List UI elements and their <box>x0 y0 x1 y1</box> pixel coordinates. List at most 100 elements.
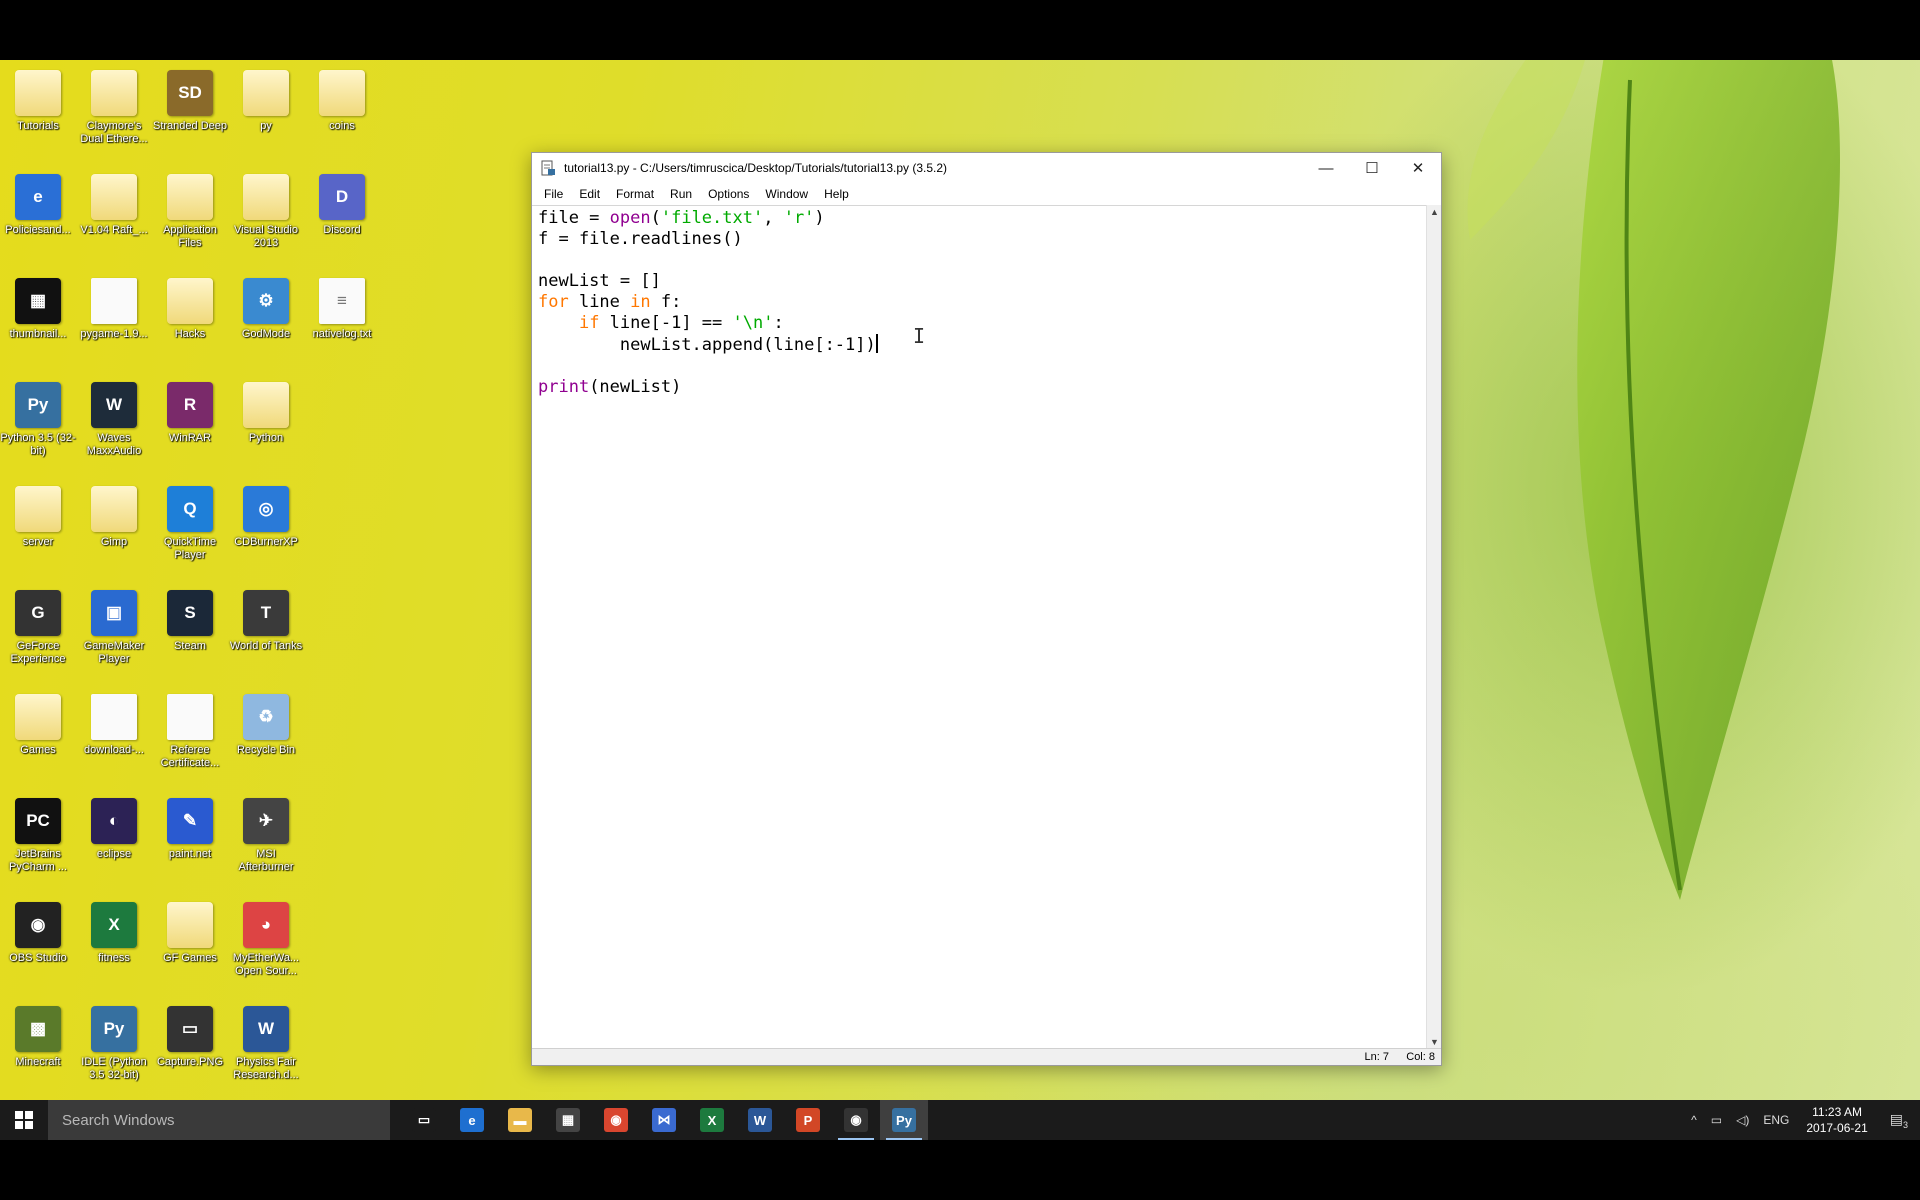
idle-taskbar-button[interactable]: Py <box>880 1100 928 1140</box>
idle-editor-window[interactable]: tutorial13.py - C:/Users/timruscica/Desk… <box>531 152 1442 1066</box>
desktop-icon-image: T <box>243 590 289 636</box>
excel-taskbar-button[interactable]: X <box>688 1100 736 1140</box>
desktop-icon-image: G <box>15 590 61 636</box>
desktop-icon[interactable]: Py Python 3.5 (32-bit) <box>0 382 76 458</box>
desktop-icon[interactable]: ◐ eclipse <box>76 798 152 861</box>
desktop-icon-label: paint.net <box>168 848 212 860</box>
desktop-icon[interactable]: ♻ Recycle Bin <box>228 694 304 757</box>
desktop-icon[interactable]: Q QuickTime Player <box>152 486 228 562</box>
menu-window[interactable]: Window <box>757 185 816 203</box>
desktop-icon[interactable]: SD Stranded Deep <box>152 70 228 133</box>
desktop-icon[interactable]: Application Files <box>152 174 228 250</box>
desktop-icon[interactable]: py <box>228 70 304 133</box>
status-bar: Ln: 7 Col: 8 <box>532 1048 1441 1065</box>
start-button[interactable] <box>0 1100 48 1140</box>
maximize-button[interactable]: ☐ <box>1349 153 1395 183</box>
desktop-icon-label: JetBrains PyCharm ... <box>8 848 68 873</box>
desktop-icon[interactable]: ⚙ GodMode <box>228 278 304 341</box>
desktop-icon[interactable]: server <box>0 486 76 549</box>
desktop-icon[interactable]: pygame-1.9... <box>76 278 152 341</box>
desktop-icon[interactable]: Tutorials <box>0 70 76 133</box>
desktop-icon[interactable]: ◉ OBS Studio <box>0 902 76 965</box>
menu-run[interactable]: Run <box>662 185 700 203</box>
network-icon[interactable]: ▭ <box>1704 1113 1729 1127</box>
desktop-icon[interactable]: ✎ paint.net <box>152 798 228 861</box>
desktop-icon-image <box>167 694 213 740</box>
desktop-icon[interactable]: R WinRAR <box>152 382 228 445</box>
desktop-icon-label: Tutorials <box>17 120 59 132</box>
desktop-icon-image: ▣ <box>91 590 137 636</box>
desktop-icon-label: Capture.PNG <box>156 1056 224 1068</box>
desktop-icon[interactable]: Visual Studio 2013 <box>228 174 304 250</box>
code-editor[interactable]: file = open('file.txt', 'r') f = file.re… <box>532 205 1427 1049</box>
desktop-icon[interactable]: ≡ nativelog.txt <box>304 278 380 341</box>
store-icon: ▦ <box>556 1108 580 1132</box>
powerpoint-taskbar-button[interactable]: P <box>784 1100 832 1140</box>
desktop-icon-label: thumbnail... <box>9 328 67 340</box>
desktop-icon[interactable]: ▣ GameMaker Player <box>76 590 152 666</box>
desktop-icon[interactable]: W Waves MaxxAudio <box>76 382 152 458</box>
edge-taskbar-button[interactable]: e <box>448 1100 496 1140</box>
menu-help[interactable]: Help <box>816 185 857 203</box>
desktop-icon[interactable]: PC JetBrains PyCharm ... <box>0 798 76 874</box>
desktop-icon[interactable]: ◕ MyEtherWa... Open Sour... <box>228 902 304 978</box>
visual-studio-taskbar-button[interactable]: ⋈ <box>640 1100 688 1140</box>
minimize-button[interactable]: — <box>1303 153 1349 183</box>
desktop-icon[interactable]: Python <box>228 382 304 445</box>
desktop-icon[interactable]: e Policiesand... <box>0 174 76 237</box>
desktop-icon[interactable]: ▩ Minecraft <box>0 1006 76 1069</box>
desktop-icon[interactable]: ▭ Capture.PNG <box>152 1006 228 1069</box>
desktop-icon[interactable]: T World of Tanks <box>228 590 304 653</box>
desktop-icon[interactable]: Referee Certificate... <box>152 694 228 770</box>
desktop-icon-label: IDLE (Python 3.5 32-bit) <box>81 1056 147 1081</box>
desktop-icon[interactable]: ◎ CDBurnerXP <box>228 486 304 549</box>
desktop-icon[interactable]: Games <box>0 694 76 757</box>
language-indicator[interactable]: ENG <box>1756 1113 1796 1127</box>
desktop-icon[interactable]: V1.04 Raft_... <box>76 174 152 237</box>
desktop-icon[interactable]: ✈ MSI Afterburner <box>228 798 304 874</box>
vertical-scrollbar[interactable]: ▲ ▼ <box>1426 205 1441 1049</box>
desktop-icon[interactable]: Xfitness <box>76 902 152 965</box>
document-icon <box>541 160 555 176</box>
word-taskbar-button[interactable]: W <box>736 1100 784 1140</box>
desktop-icon-label: Policiesand... <box>5 224 71 236</box>
desktop-icon[interactable]: D Discord <box>304 174 380 237</box>
title-bar[interactable]: tutorial13.py - C:/Users/timruscica/Desk… <box>532 153 1441 183</box>
desktop-icon-image: ▭ <box>167 1006 213 1052</box>
desktop-icon[interactable]: download-... <box>76 694 152 757</box>
chrome-taskbar-button[interactable]: ◉ <box>592 1100 640 1140</box>
menu-format[interactable]: Format <box>608 185 662 203</box>
desktop-icon-image: ◉ <box>15 902 61 948</box>
volume-icon[interactable]: ◁) <box>1729 1113 1756 1127</box>
desktop-icon[interactable]: Hacks <box>152 278 228 341</box>
obs-taskbar-button[interactable]: ◉ <box>832 1100 880 1140</box>
desktop-icon[interactable]: S Steam <box>152 590 228 653</box>
scroll-up-icon[interactable]: ▲ <box>1430 207 1439 217</box>
store-taskbar-button[interactable]: ▦ <box>544 1100 592 1140</box>
file-explorer-taskbar-button[interactable]: ▬ <box>496 1100 544 1140</box>
show-hidden-icons-icon[interactable]: ^ <box>1684 1113 1704 1127</box>
task-view-taskbar-button[interactable]: ▭ <box>400 1100 448 1140</box>
menu-file[interactable]: File <box>536 185 571 203</box>
desktop-icon[interactable]: Py IDLE (Python 3.5 32-bit) <box>76 1006 152 1082</box>
desktop-icon-label: OBS Studio <box>9 952 67 964</box>
search-box[interactable]: Search Windows <box>48 1100 390 1140</box>
desktop-icon[interactable]: G GeForce Experience <box>0 590 76 666</box>
scroll-down-icon[interactable]: ▼ <box>1430 1037 1439 1047</box>
desktop-icon[interactable]: ▦ thumbnail... <box>0 278 76 341</box>
menu-edit[interactable]: Edit <box>571 185 608 203</box>
text-cursor <box>875 334 878 353</box>
desktop-icon-label: MyEtherWa... Open Sour... <box>232 952 300 977</box>
desktop-icon[interactable]: Claymore's Dual Ethere... <box>76 70 152 146</box>
desktop-icon[interactable]: GF Games <box>152 902 228 965</box>
action-center-icon[interactable]: ▤3 <box>1878 1111 1920 1130</box>
desktop-icon-image <box>167 174 213 220</box>
desktop-icon[interactable]: W Physics Fair Research.d... <box>228 1006 304 1082</box>
clock[interactable]: 11:23 AM 2017-06-21 <box>1796 1104 1877 1136</box>
menu-options[interactable]: Options <box>700 185 757 203</box>
chrome-icon: ◉ <box>604 1108 628 1132</box>
desktop-icon-image: D <box>319 174 365 220</box>
desktop-icon[interactable]: coins <box>304 70 380 133</box>
close-button[interactable]: ✕ <box>1395 153 1441 183</box>
desktop-icon[interactable]: Gimp <box>76 486 152 549</box>
